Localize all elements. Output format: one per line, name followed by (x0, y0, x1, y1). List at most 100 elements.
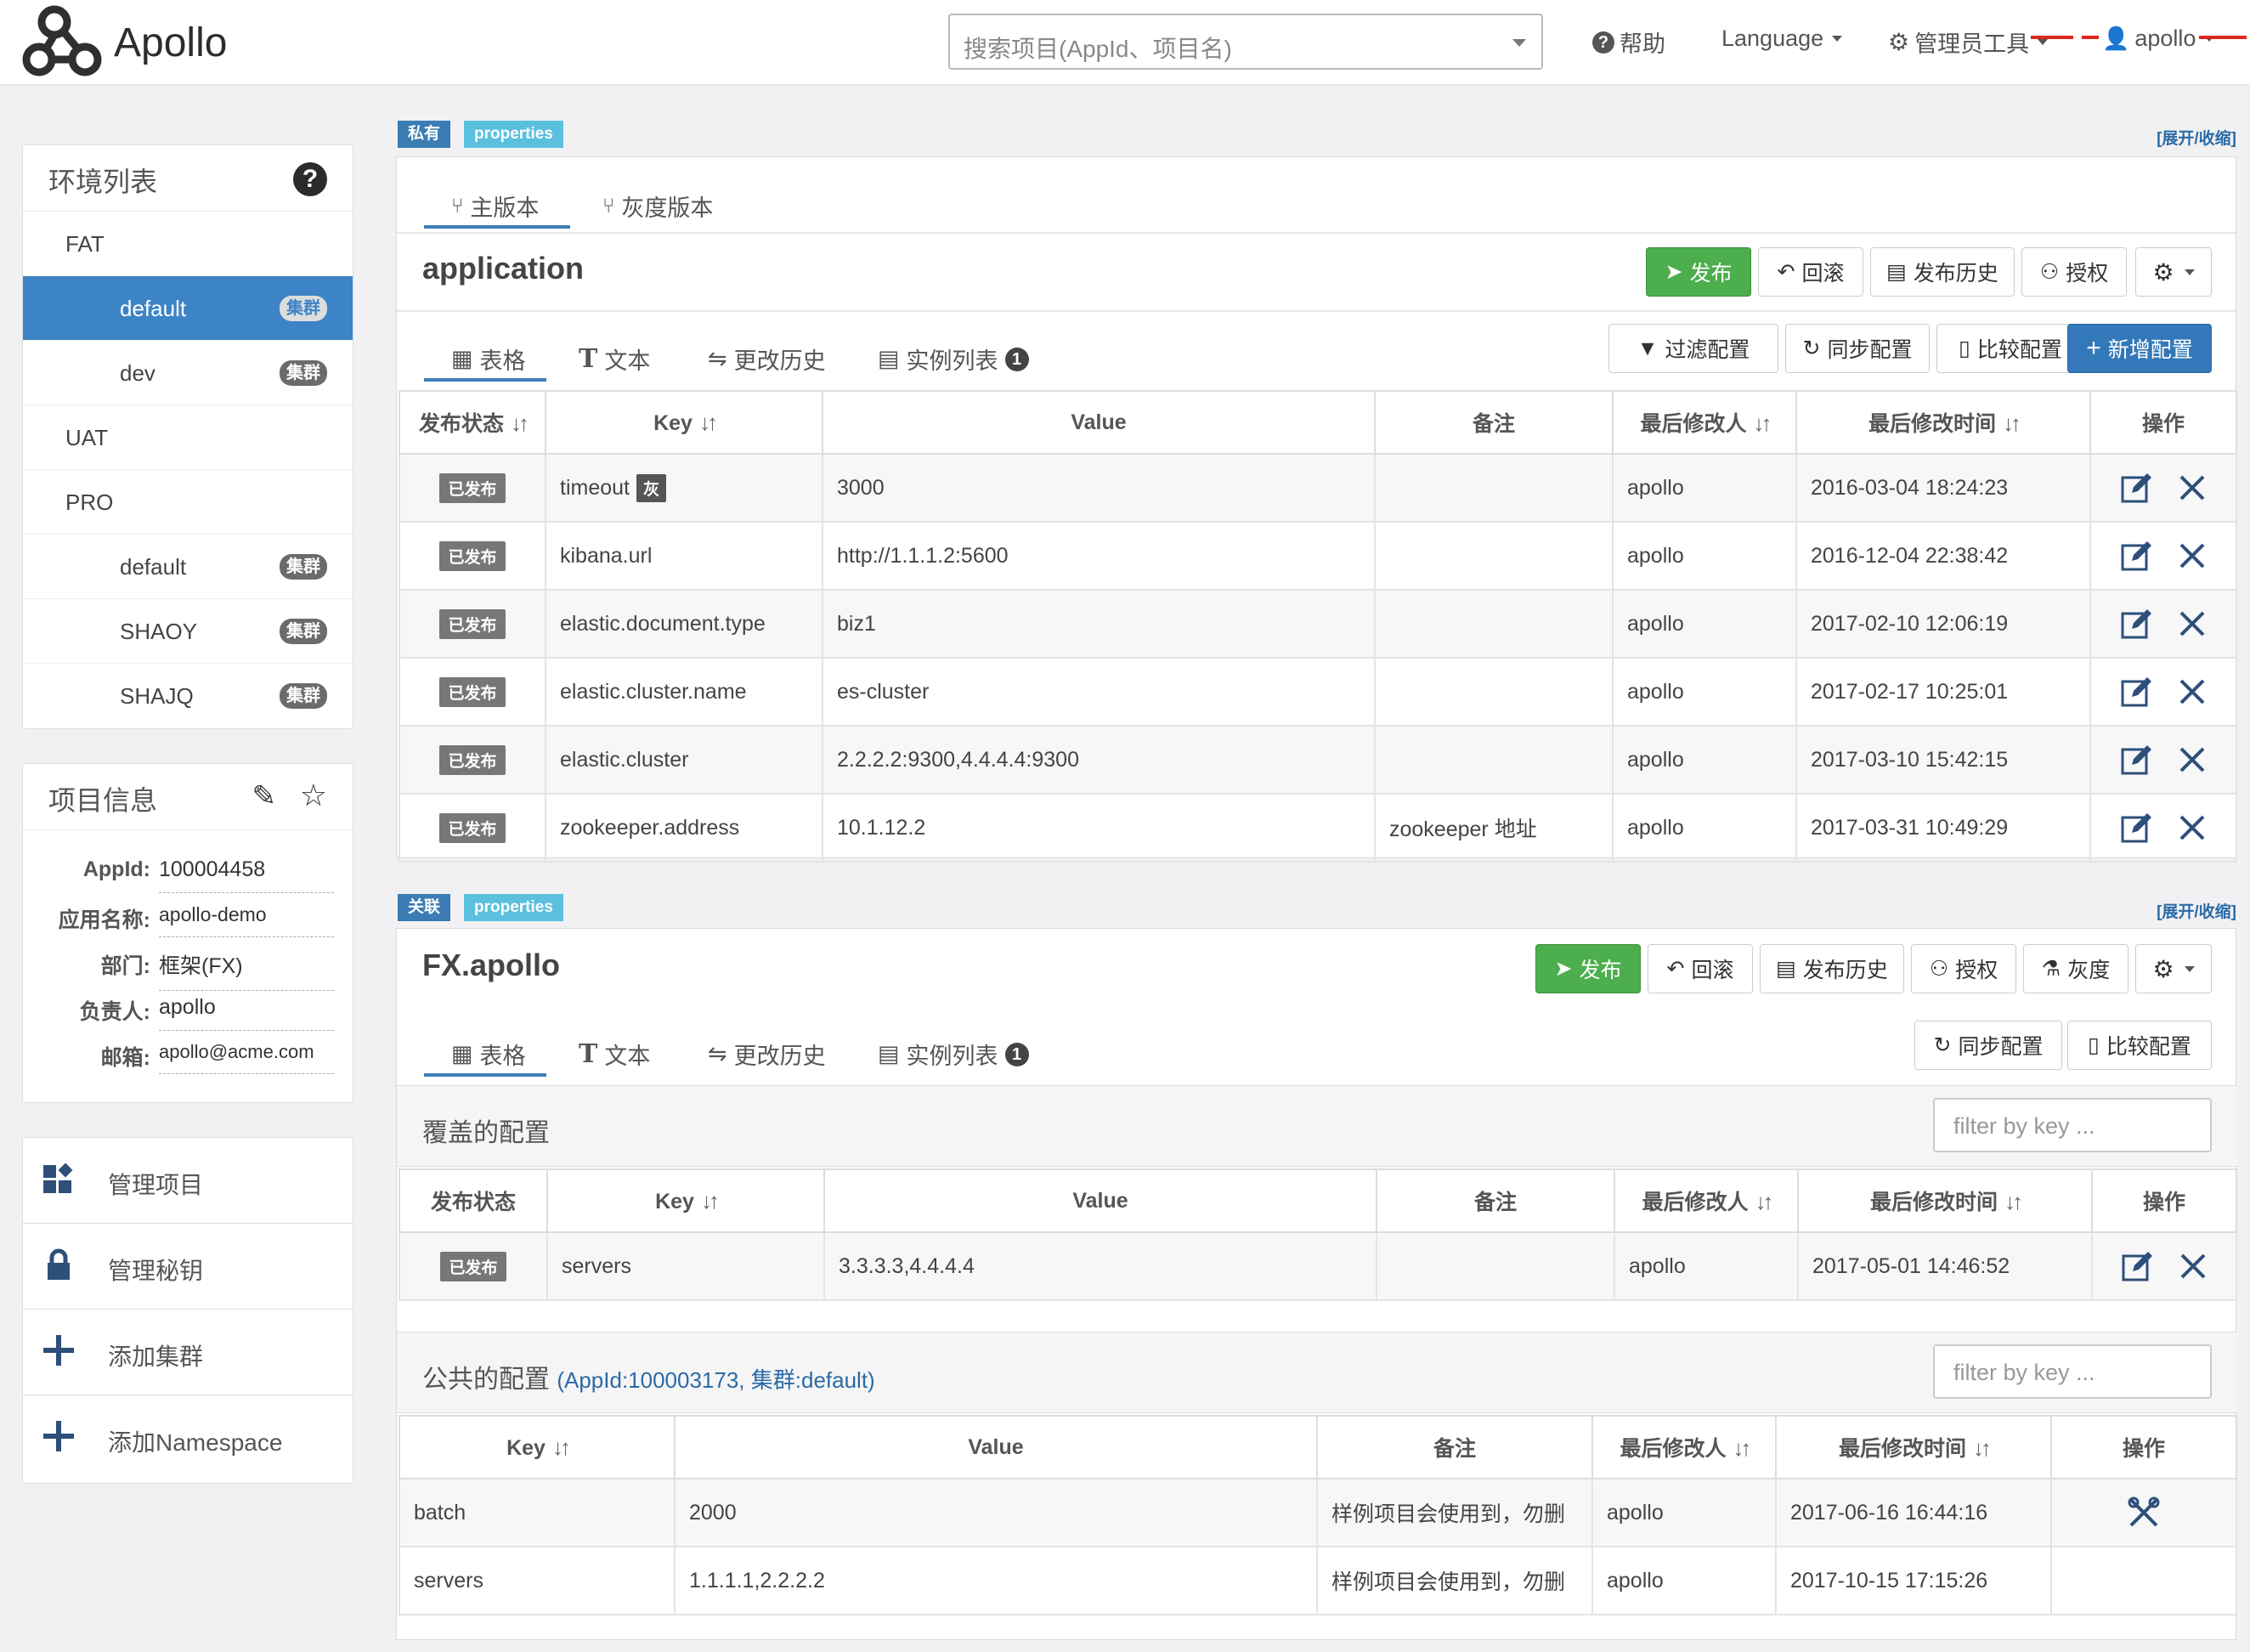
search-placeholder: 搜索项目(AppId、项目名) (964, 36, 1232, 62)
subtab-table[interactable]: ▦ 表格 (451, 1038, 526, 1071)
add-label: 新增配置 (2107, 338, 2193, 362)
config-value: 3000 (837, 475, 885, 500)
col-key[interactable]: Key ↓↑ (399, 1415, 676, 1479)
ns2-scope-tag: 关联 (398, 894, 451, 921)
public-filter-input[interactable]: filter by key ... (1933, 1344, 2212, 1399)
gray-release-button[interactable]: ⚗ 灰度 (2023, 944, 2128, 993)
ns1-expand-toggle[interactable]: [展开/收缩] (2157, 126, 2236, 149)
cluster-item-fat-default[interactable]: default 集群 (23, 276, 353, 341)
rollback-button[interactable]: ↶ 回滚 (1758, 247, 1863, 297)
info-row-appid: AppId: 100004458 (23, 849, 354, 893)
delete-icon[interactable] (2178, 473, 2207, 502)
sync-config-button[interactable]: ↻ 同步配置 (1914, 1021, 2062, 1070)
delete-icon[interactable] (2178, 745, 2207, 774)
cluster-item-pro-shaoy[interactable]: SHAOY 集群 (23, 599, 353, 664)
col-modifier[interactable]: 最后修改人 ↓↑ (1612, 390, 1797, 455)
subtab-text[interactable]: T 文本 (579, 1038, 650, 1071)
edit-icon[interactable] (2121, 1249, 2155, 1283)
delete-icon[interactable] (2178, 677, 2207, 706)
project-search-input[interactable]: 搜索项目(AppId、项目名) (948, 14, 1543, 70)
ns2-expand-toggle[interactable]: [展开/收缩] (2157, 899, 2236, 922)
compare-config-button[interactable]: ▯ 比较配置 (2067, 1021, 2212, 1070)
edit-icon[interactable] (2120, 471, 2154, 505)
rollback-button[interactable]: ↶ 回滚 (1648, 944, 1753, 993)
publish-button[interactable]: ➤ 发布 (1535, 944, 1641, 993)
table-header-row: 发布状态 Key ↓↑ Value 备注 最后修改人 ↓↑ 最后修改时间 ↓↑ 操作 (399, 1168, 2237, 1233)
value-cell: 2.2.2.2:9300,4.4.4.4:9300 (822, 725, 1376, 795)
value-cell: 10.1.12.2 (822, 793, 1376, 863)
col-time[interactable]: 最后修改时间 ↓↑ (1795, 390, 2091, 455)
col-key[interactable]: Key ↓↑ (545, 390, 823, 455)
authorize-button[interactable]: ⚇ 授权 (2021, 247, 2127, 297)
settings-dropdown-button[interactable]: ⚙ (2135, 247, 2212, 297)
authorize-button[interactable]: ⚇ 授权 (1911, 944, 2016, 993)
env-item-uat[interactable]: UAT (23, 405, 353, 470)
history-label: 发布历史 (1913, 262, 1998, 286)
subtab-history[interactable]: ⇋ 更改历史 (708, 1038, 826, 1071)
override-filter-input[interactable]: filter by key ... (1933, 1098, 2212, 1152)
table-row: 已发布 zookeeper.address 10.1.12.2 zookeeper 地… (399, 793, 2237, 863)
cluster-item-fat-dev[interactable]: dev 集群 (23, 341, 353, 405)
cluster-item-pro-default[interactable]: default 集群 (23, 535, 353, 599)
ops-cell (2091, 1231, 2237, 1301)
edit-icon[interactable]: ✎ (252, 779, 277, 813)
ns1-title: application (422, 251, 585, 286)
settings-dropdown-button[interactable]: ⚙ (2135, 944, 2212, 993)
env-item-pro[interactable]: PRO (23, 470, 353, 535)
send-icon: ➤ (1665, 260, 1683, 284)
col-modifier[interactable]: 最后修改人 ↓↑ (1614, 1168, 1799, 1233)
delete-icon[interactable] (2178, 609, 2207, 638)
manage-secret-action[interactable]: 管理秘钥 (23, 1224, 353, 1310)
config-key: zookeeper.address (560, 815, 740, 840)
delete-icon[interactable] (2178, 541, 2207, 570)
release-history-button[interactable]: ▤ 发布历史 (1870, 247, 2015, 297)
manage-project-action[interactable]: 管理项目 (23, 1138, 353, 1224)
delete-icon[interactable] (2179, 1252, 2208, 1281)
subtab-table[interactable]: ▦ 表格 (451, 342, 526, 376)
header-label: Key (506, 1435, 546, 1460)
apollo-logo[interactable]: Apollo (20, 3, 227, 82)
sync-config-button[interactable]: ↻ 同步配置 (1785, 324, 1930, 373)
chevron-down-icon (2184, 965, 2195, 972)
publish-button[interactable]: ➤ 发布 (1646, 247, 1751, 297)
edit-icon[interactable] (2120, 743, 2154, 777)
subtab-history[interactable]: ⇋ 更改历史 (708, 342, 826, 376)
admin-tools-dropdown[interactable]: ⚙ 管理员工具 (1888, 25, 2049, 59)
add-config-button[interactable]: + 新增配置 (2067, 324, 2212, 373)
cluster-badge: 集群 (280, 683, 327, 709)
question-circle-icon[interactable]: ? (293, 162, 327, 196)
compare-config-button[interactable]: ▯ 比较配置 (1936, 324, 2084, 373)
subtab-instances[interactable]: ▤ 实例列表 1 (878, 342, 1029, 376)
config-time: 2017-03-31 10:49:29 (1811, 815, 2009, 840)
col-modifier[interactable]: 最后修改人 ↓↑ (1591, 1415, 1777, 1479)
col-status[interactable]: 发布状态 ↓↑ (399, 390, 546, 455)
user-dropdown[interactable]: 👤 apollo (2102, 25, 2215, 52)
subtab-label: 表格 (479, 1044, 526, 1069)
tools-icon[interactable] (2126, 1495, 2162, 1530)
env-item-fat[interactable]: FAT (23, 212, 353, 276)
config-user: apollo (1627, 611, 1684, 636)
subtab-instances[interactable]: ▤ 实例列表 1 (878, 1038, 1029, 1071)
tab-main-version[interactable]: ⑂ 主版本 (451, 190, 539, 223)
delete-icon[interactable] (2178, 813, 2207, 842)
col-time[interactable]: 最后修改时间 ↓↑ (1775, 1415, 2052, 1479)
col-key[interactable]: Key ↓↑ (546, 1168, 825, 1233)
language-dropdown[interactable]: Language (1721, 25, 1843, 52)
filter-icon: ▼ (1637, 336, 1659, 360)
release-history-button[interactable]: ▤ 发布历史 (1760, 944, 1904, 993)
col-time[interactable]: 最后修改时间 ↓↑ (1797, 1168, 2093, 1233)
add-cluster-action[interactable]: 添加集群 (23, 1310, 353, 1395)
filter-config-button[interactable]: ▼ 过滤配置 (1608, 324, 1778, 373)
header-label: Value (1071, 410, 1127, 434)
star-icon[interactable]: ☆ (300, 778, 327, 813)
subtab-text[interactable]: T 文本 (579, 342, 650, 376)
edit-icon[interactable] (2120, 607, 2154, 641)
edit-icon[interactable] (2120, 811, 2154, 845)
help-link[interactable]: ? 帮助 (1592, 25, 1665, 59)
cluster-item-pro-shajq[interactable]: SHAJQ 集群 (23, 664, 353, 728)
add-namespace-action[interactable]: 添加Namespace (23, 1395, 353, 1481)
action-label: 管理秘钥 (108, 1258, 204, 1284)
edit-icon[interactable] (2120, 675, 2154, 709)
edit-icon[interactable] (2120, 539, 2154, 573)
tab-gray-version[interactable]: ⑂ 灰度版本 (602, 190, 713, 223)
